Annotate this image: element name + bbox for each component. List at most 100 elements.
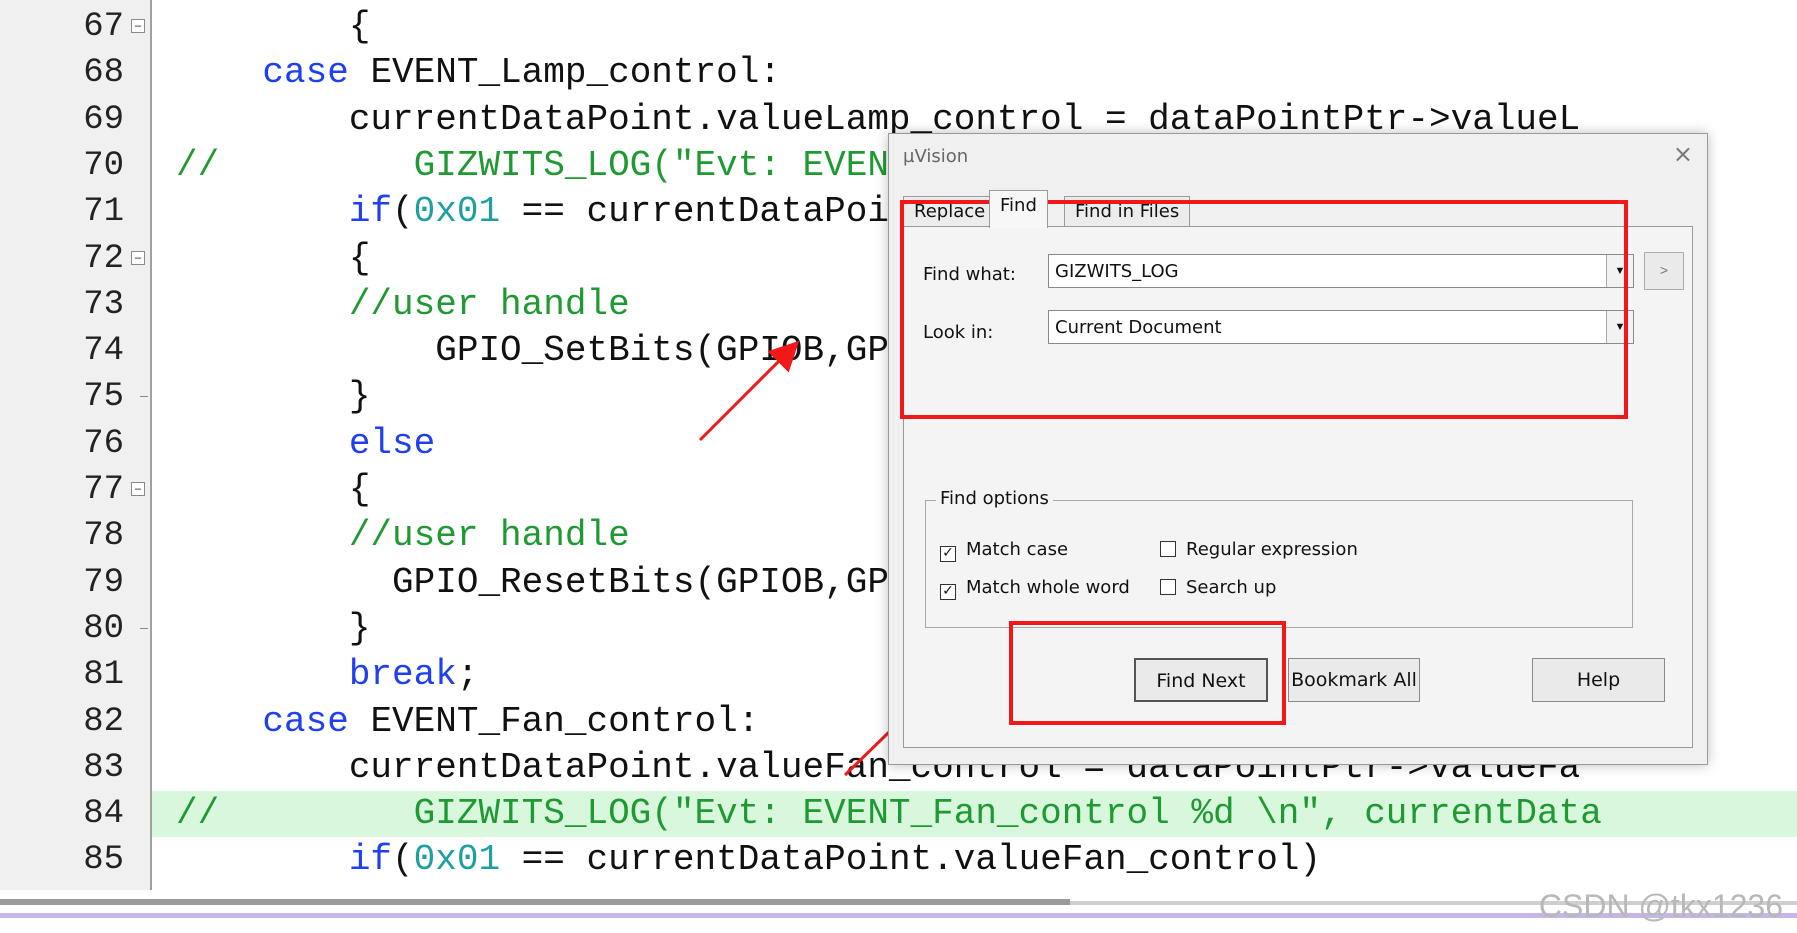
search-up-option[interactable]: Search up xyxy=(1160,577,1276,598)
code-token: { xyxy=(176,6,371,47)
line-number: 73 xyxy=(83,285,124,324)
line-number: 82 xyxy=(83,702,124,741)
code-text[interactable]: case EVENT_Fan_control: xyxy=(176,699,759,745)
code-token: else xyxy=(348,422,436,464)
line-number: 67 xyxy=(83,8,124,46)
line-number: 81 xyxy=(83,656,124,695)
code-token: //user handle xyxy=(348,515,630,557)
code-text[interactable]: break; xyxy=(176,652,479,698)
line-number: 76 xyxy=(83,424,124,463)
tab-replace[interactable]: Replace xyxy=(903,196,997,227)
find-what-combo[interactable]: GIZWITS_LOG ▼ xyxy=(1048,254,1634,288)
code-token: } xyxy=(176,376,371,418)
line-number: 84 xyxy=(83,795,124,834)
line-number: 68 xyxy=(83,54,124,93)
code-text[interactable]: //user handle xyxy=(176,513,630,559)
code-line[interactable]: 68 case EVENT_Lamp_control: xyxy=(0,50,1797,96)
search-up-checkbox[interactable] xyxy=(1160,579,1176,595)
expand-button[interactable]: > xyxy=(1644,252,1684,290)
regular-expression-checkbox[interactable] xyxy=(1160,541,1176,557)
line-number: 75 xyxy=(83,378,124,417)
code-token: == currentDataPoint.valueFan_control) xyxy=(500,839,1322,881)
match-whole-word-checkbox[interactable]: ✓ xyxy=(940,584,956,600)
code-token: // GIZWITS_LOG("Evt: EVENT_Fan_control %… xyxy=(176,793,1602,835)
help-button[interactable]: Help xyxy=(1532,658,1665,702)
line-number: 70 xyxy=(83,146,124,185)
find-next-button[interactable]: Find Next xyxy=(1134,658,1268,702)
look-in-value[interactable]: Current Document xyxy=(1055,317,1222,338)
code-text[interactable]: case EVENT_Lamp_control: xyxy=(176,50,781,96)
code-token: 0x01 xyxy=(413,191,501,233)
code-token: EVENT_Lamp_control: xyxy=(348,52,781,94)
code-token: case xyxy=(262,700,349,742)
code-text[interactable]: { xyxy=(176,4,371,50)
code-text[interactable]: //user handle xyxy=(176,282,630,328)
code-token: case xyxy=(262,52,349,94)
search-up-label: Search up xyxy=(1186,577,1277,598)
code-token: { xyxy=(176,469,371,510)
match-whole-word-option[interactable]: ✓ Match whole word xyxy=(940,577,1130,600)
chevron-down-icon[interactable]: ▼ xyxy=(1606,311,1633,343)
match-whole-word-label: Match whole word xyxy=(966,577,1130,598)
fold-end-marker xyxy=(140,396,148,398)
line-number: 79 xyxy=(83,563,124,602)
line-number: 85 xyxy=(83,841,124,880)
chevron-down-icon[interactable]: ▼ xyxy=(1606,255,1633,287)
code-line-highlighted[interactable]: 84 // GIZWITS_LOG("Evt: EVENT_Fan_control… xyxy=(83,791,1797,838)
code-token: //user handle xyxy=(348,283,630,325)
code-token: break xyxy=(348,654,457,696)
match-case-checkbox[interactable]: ✓ xyxy=(940,546,956,562)
fold-end-marker xyxy=(140,627,148,629)
find-what-value[interactable]: GIZWITS_LOG xyxy=(1055,261,1179,282)
status-strip xyxy=(0,913,1797,918)
bookmark-all-button[interactable]: Bookmark All xyxy=(1288,658,1420,702)
code-line[interactable]: 85 if(0x01 == currentDataPoint.valueFan_… xyxy=(0,837,1797,883)
match-case-option[interactable]: ✓ Match case xyxy=(940,539,1068,562)
code-text[interactable]: { xyxy=(176,467,371,513)
watermark: CSDN @tkx1236 xyxy=(1538,888,1783,924)
fold-toggle-icon[interactable]: − xyxy=(131,19,145,33)
regular-expression-label: Regular expression xyxy=(1186,539,1358,560)
code-text[interactable]: } xyxy=(176,606,371,652)
close-icon[interactable]: × xyxy=(1673,140,1693,168)
code-text[interactable]: } xyxy=(176,374,371,420)
line-number: 71 xyxy=(83,193,124,232)
tab-find[interactable]: Find xyxy=(989,190,1048,228)
line-number: 80 xyxy=(83,609,124,648)
look-in-label: Look in: xyxy=(923,322,994,343)
line-number: 74 xyxy=(83,332,124,371)
find-options-legend: Find options xyxy=(936,488,1053,509)
code-token: } xyxy=(176,607,371,649)
regular-expression-option[interactable]: Regular expression xyxy=(1160,539,1358,560)
tab-find-in-files[interactable]: Find in Files xyxy=(1064,196,1191,227)
find-what-label: Find what: xyxy=(923,264,1016,285)
code-line[interactable]: 67− { xyxy=(0,4,1797,50)
dialog-title: µVision xyxy=(903,146,969,167)
code-text[interactable]: else xyxy=(176,421,435,467)
look-in-combo[interactable]: Current Document ▼ xyxy=(1048,310,1634,344)
horizontal-scrollbar[interactable] xyxy=(0,893,1797,933)
code-token: EVENT_Fan_control: xyxy=(348,700,760,742)
code-token: ( xyxy=(392,839,414,881)
line-number: 78 xyxy=(83,517,124,556)
code-token: ( xyxy=(392,191,414,233)
line-number: 69 xyxy=(83,100,124,139)
fold-toggle-icon[interactable]: − xyxy=(131,250,145,265)
code-text[interactable]: // GIZWITS_LOG("Evt: EVENT_Fan_control %… xyxy=(176,791,1602,837)
line-number: 83 xyxy=(83,748,124,787)
match-case-label: Match case xyxy=(966,539,1069,560)
code-text[interactable]: if(0x01 == currentDataPoint.valueFan_con… xyxy=(176,837,1321,883)
code-text[interactable]: { xyxy=(176,236,371,282)
fold-toggle-icon[interactable]: − xyxy=(131,482,145,496)
scroll-thumb[interactable] xyxy=(0,899,1070,905)
code-token: { xyxy=(176,237,371,279)
code-token: if xyxy=(348,839,393,881)
find-dialog[interactable]: µVision × Replace Find Find in Files Fin… xyxy=(888,133,1708,765)
